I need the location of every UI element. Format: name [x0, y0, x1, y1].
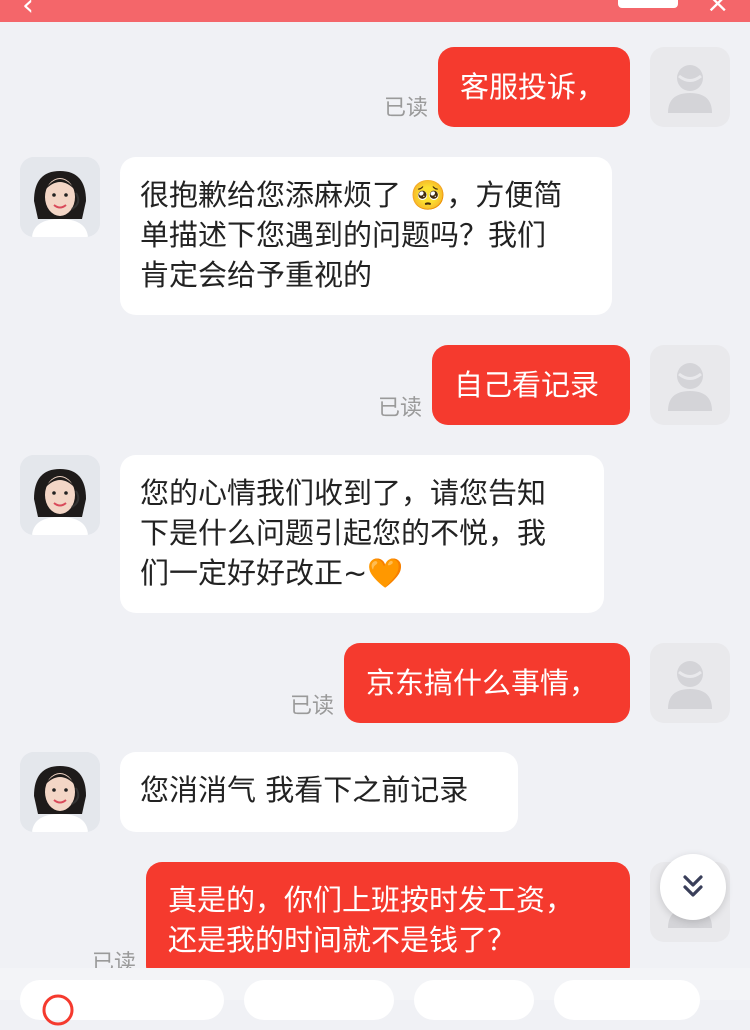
user-message-bubble: 客服投诉，: [438, 47, 630, 127]
agent-avatar[interactable]: [20, 455, 100, 535]
agent-portrait-icon: [20, 157, 100, 237]
message-line: 很抱歉给您添麻烦了 🥺，方便简: [140, 178, 563, 212]
message-line: 单描述下您遇到的问题吗？我们: [140, 218, 547, 252]
message-text: 京东搞什么事情，: [366, 666, 599, 700]
user-avatar[interactable]: [650, 643, 730, 723]
user-message-bubble: 真是的，你们上班按时发工资， 还是我的时间就不是钱了？: [146, 862, 630, 982]
back-chevron-icon[interactable]: ‹: [22, 0, 34, 22]
message-line: 下是什么问题引起您的不悦，我: [140, 516, 547, 550]
close-icon[interactable]: ×: [706, 0, 729, 19]
quick-reply-chip[interactable]: [20, 980, 224, 1026]
double-chevron-down-icon: [683, 875, 703, 897]
user-avatar[interactable]: [650, 345, 730, 425]
message-text: 自己看记录: [454, 368, 600, 402]
user-silhouette-icon: [668, 661, 712, 709]
read-receipt: 已读: [384, 96, 429, 121]
read-receipt: 已读: [378, 396, 423, 421]
message-line: 您的心情我们收到了，请您告知: [140, 476, 547, 510]
agent-message-bubble: 很抱歉给您添麻烦了 🥺，方便简 单描述下您遇到的问题吗？我们 肯定会给予重视的: [120, 157, 612, 315]
read-receipt: 已读: [290, 694, 335, 719]
message-line: 真是的，你们上班按时发工资，: [168, 883, 575, 917]
agent-portrait-icon: [20, 455, 100, 535]
agent-message-bubble: 您的心情我们收到了，请您告知 下是什么问题引起您的不悦，我 们一定好好改正~🧡: [120, 455, 604, 613]
scroll-to-bottom-button[interactable]: [660, 854, 726, 920]
quick-reply-chip[interactable]: [554, 980, 700, 1020]
agent-portrait-icon: [20, 752, 100, 832]
agent-avatar[interactable]: [20, 752, 100, 832]
agent-message-bubble: 您消消气 我看下之前记录: [120, 752, 518, 832]
top-banner: ‹ ×: [0, 0, 750, 22]
message-line: 肯定会给予重视的: [140, 258, 373, 292]
banner-button[interactable]: [618, 0, 678, 8]
message-line: 您消消气 我看下之前记录: [140, 773, 469, 807]
user-avatar[interactable]: [650, 47, 730, 127]
message-text: 客服投诉，: [460, 70, 606, 104]
quick-reply-chip[interactable]: [244, 980, 394, 1020]
quick-reply-icon: [42, 994, 74, 1026]
user-silhouette-icon: [668, 363, 712, 411]
quick-reply-chip[interactable]: [414, 980, 534, 1020]
agent-avatar[interactable]: [20, 157, 100, 237]
message-line: 们一定好好改正~🧡: [140, 556, 404, 590]
user-message-bubble: 自己看记录: [432, 345, 630, 425]
user-message-bubble: 京东搞什么事情，: [344, 643, 630, 723]
user-silhouette-icon: [668, 65, 712, 113]
message-line: 还是我的时间就不是钱了？: [168, 923, 517, 957]
